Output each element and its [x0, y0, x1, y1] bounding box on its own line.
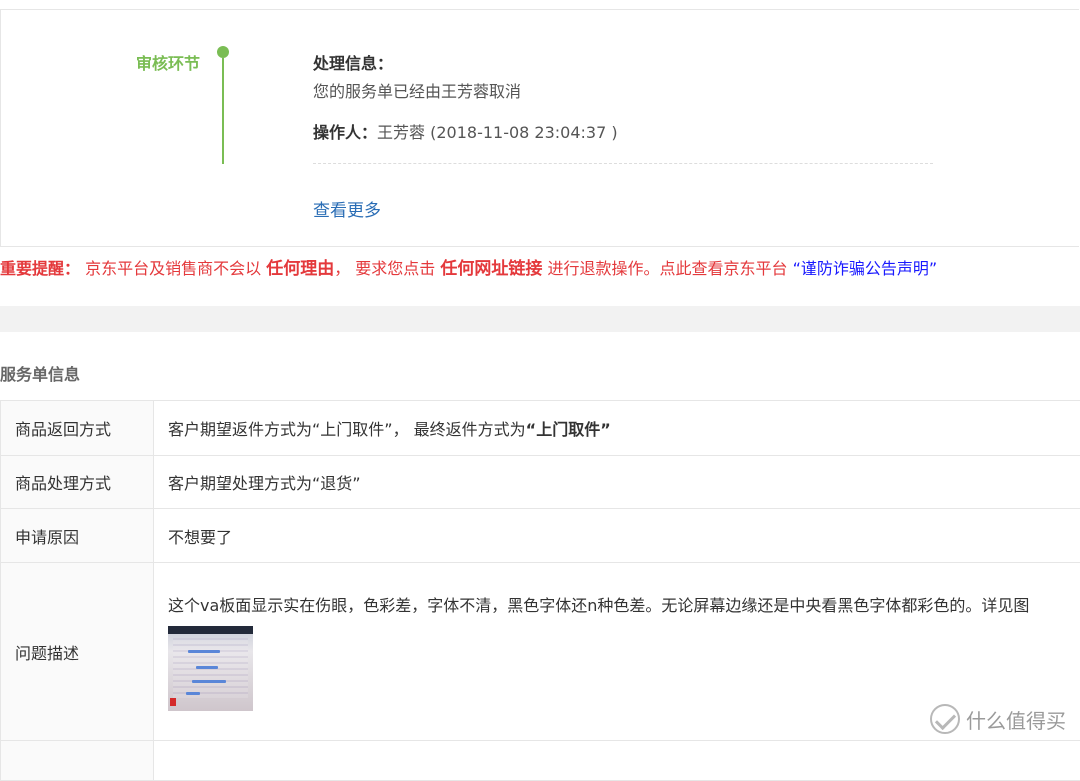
important-notice: 重要提醒： 京东平台及销售商不会以 任何理由， 要求您点击 任何网址链接 进行退…: [0, 254, 937, 279]
row-key-empty: [1, 741, 154, 781]
thumbnail-blue-line: [186, 692, 200, 695]
operator-value: 王芳蓉 (2018-11-08 23:04:37 ): [377, 123, 618, 142]
timeline-line: [222, 58, 224, 164]
thumbnail-blue-line: [192, 680, 226, 683]
section-separator: [0, 306, 1080, 332]
row-value: 不想要了: [154, 509, 1080, 563]
divider: [313, 163, 933, 164]
section-title: 服务单信息: [0, 361, 80, 385]
notice-emphasis-1: 任何理由: [266, 259, 334, 279]
watermark-text: 什么值得买: [966, 705, 1066, 734]
table-row: 商品返回方式 客户期望返件方式为“上门取件”， 最终返件方式为“上门取件”: [1, 401, 1080, 456]
table-row: 商品处理方式 客户期望处理方式为“退货”: [1, 456, 1080, 509]
row-value-empty: [154, 741, 1080, 781]
operator-row: 操作人：王芳蓉 (2018-11-08 23:04:37 ): [313, 119, 618, 143]
watermark: 什么值得买: [930, 704, 1066, 734]
notice-label: 重要提醒：: [0, 259, 80, 278]
progress-panel: 审核环节 处理信息： 您的服务单已经由王芳蓉取消 操作人：王芳蓉 (2018-1…: [0, 9, 1079, 247]
row-value-bold: “上门取件”: [526, 420, 611, 439]
info-title: 处理信息：: [313, 50, 393, 74]
notice-text-3: 进行退款操作。点此查看京东平台: [542, 259, 792, 278]
operator-label: 操作人：: [313, 123, 377, 142]
notice-text-1: 京东平台及销售商不会以: [80, 259, 266, 278]
notice-emphasis-2: 任何网址链接: [440, 259, 542, 279]
table-row: [1, 741, 1080, 781]
timeline-dot-icon: [217, 46, 229, 58]
info-message: 您的服务单已经由王芳蓉取消: [313, 78, 521, 102]
row-key: 申请原因: [1, 509, 154, 563]
thumbnail-top-strip: [168, 626, 253, 634]
row-value: 客户期望处理方式为“退货”: [154, 456, 1080, 509]
row-key: 问题描述: [1, 563, 154, 741]
fraud-notice-link[interactable]: “谨防诈骗公告声明”: [793, 259, 938, 278]
attachment-thumbnail[interactable]: [168, 626, 253, 711]
smzdm-logo-icon: [930, 704, 960, 734]
service-info-table: 商品返回方式 客户期望返件方式为“上门取件”， 最终返件方式为“上门取件” 商品…: [0, 400, 1080, 781]
row-value: 客户期望返件方式为“上门取件”， 最终返件方式为“上门取件”: [154, 401, 1080, 456]
row-key: 商品处理方式: [1, 456, 154, 509]
row-key: 商品返回方式: [1, 401, 154, 456]
table-row: 申请原因 不想要了: [1, 509, 1080, 563]
problem-description: 这个va板面显示实在伤眼，色彩差，字体不清，黑色字体还n种色差。无论屏幕边缘还是…: [168, 592, 1048, 618]
stage-label: 审核环节: [136, 50, 200, 74]
row-value-text: 客户期望返件方式为“上门取件”， 最终返件方式为: [168, 420, 526, 439]
see-more-link[interactable]: 查看更多: [313, 196, 381, 221]
thumbnail-blue-line: [188, 650, 220, 653]
table-row: 问题描述 这个va板面显示实在伤眼，色彩差，字体不清，黑色字体还n种色差。无论屏…: [1, 563, 1080, 741]
thumbnail-blue-line: [196, 666, 218, 669]
notice-text-2: ， 要求您点击: [334, 259, 440, 278]
thumbnail-red-mark: [170, 698, 176, 706]
